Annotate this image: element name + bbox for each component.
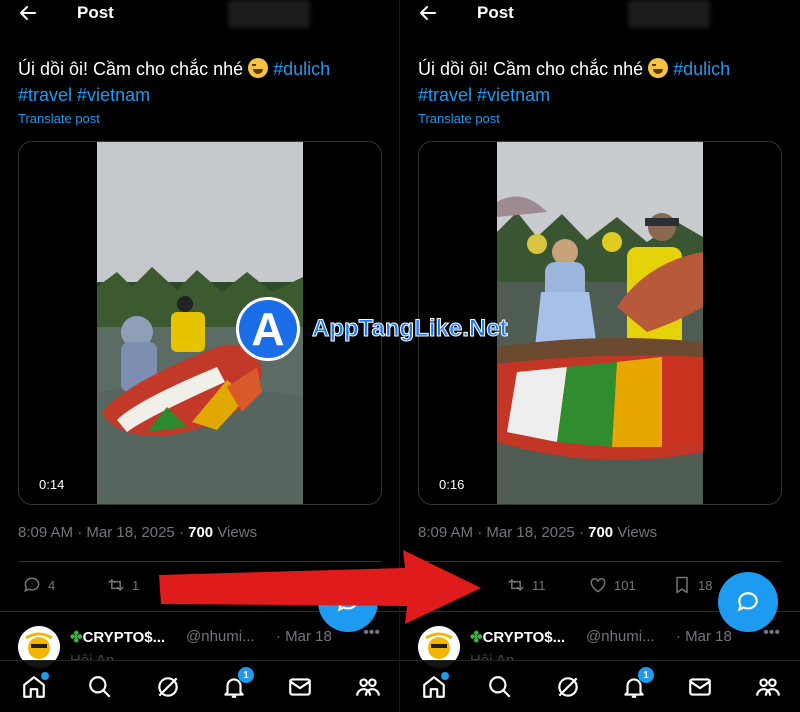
blurred-header-area [228, 0, 310, 28]
video-duration: 0:14 [31, 475, 73, 494]
watermark-logo: A [236, 297, 300, 361]
reply-date: · Mar 18 [276, 628, 332, 645]
arrow-shape [159, 550, 481, 624]
reply-date: · Mar 18 [676, 628, 732, 645]
watermark: A AppTangLike.Net [236, 297, 508, 361]
views-label: Views [617, 524, 658, 541]
repost-icon [508, 578, 524, 592]
back-arrow-icon[interactable] [14, 0, 42, 26]
reply-count: 4 [48, 577, 56, 593]
messages-icon[interactable] [686, 673, 714, 701]
laughing-emoji-icon [248, 58, 269, 78]
reply-icon [24, 577, 40, 593]
bottom-navigation: 1 [400, 660, 800, 712]
hashtag-vietnam[interactable]: #vietnam [77, 85, 150, 105]
repost-count: 11 [532, 577, 546, 593]
page-title: Post [77, 3, 114, 22]
red-arrow-annotation [159, 550, 481, 624]
reply-button[interactable]: 4 [22, 575, 55, 595]
views-count: 700 [588, 524, 614, 541]
laughing-emoji-icon [648, 58, 669, 78]
more-options-icon[interactable]: ••• [763, 624, 780, 642]
home-unread-dot [41, 672, 49, 680]
bookmark-button[interactable]: 18 [672, 575, 712, 595]
post-text: Úi dồi ôi! Cầm cho chắc nhé #dulich #tra… [18, 56, 388, 108]
home-icon[interactable] [20, 672, 49, 701]
hashtag-dulich[interactable]: #dulich [273, 59, 330, 79]
notifications-icon[interactable]: 1 [220, 667, 254, 701]
grok-icon[interactable] [554, 673, 582, 701]
chat-bubble-icon [737, 592, 758, 612]
hashtag-vietnam[interactable]: #vietnam [477, 85, 550, 105]
post-meta: 8:09 AM · Mar 18, 2025 · 700 Views [418, 524, 658, 541]
post-text: Úi dồi ôi! Cầm cho chắc nhé #dulich #tra… [418, 56, 788, 108]
hashtag-dulich[interactable]: #dulich [673, 59, 730, 79]
more-options-icon[interactable]: ••• [363, 624, 380, 642]
search-icon[interactable] [86, 673, 114, 701]
page-title: Post [477, 3, 514, 22]
repost-button[interactable]: 1 [106, 575, 139, 595]
hashtag-travel[interactable]: #travel [18, 85, 72, 105]
repost-icon [108, 578, 124, 592]
hashtag-travel[interactable]: #travel [418, 85, 472, 105]
heart-icon [590, 577, 606, 593]
notifications-icon[interactable]: 1 [620, 667, 654, 701]
video-frame [497, 142, 703, 504]
home-unread-dot [441, 672, 449, 680]
header: Post [0, 0, 400, 30]
grok-icon[interactable] [154, 673, 182, 701]
post-date: Mar 18, 2025 [86, 524, 175, 541]
views-count: 700 [188, 524, 214, 541]
like-count: 101 [614, 577, 636, 593]
post-text-main: Úi dồi ôi! Cầm cho chắc nhé [418, 59, 649, 79]
reply-author-name[interactable]: ✤CRYPTO$... [470, 628, 565, 646]
bookmark-count: 18 [698, 577, 713, 593]
communities-icon[interactable] [354, 673, 382, 701]
clover-icon: ✤ [470, 629, 483, 646]
clover-icon: ✤ [70, 629, 83, 646]
post-time: 8:09 AM [418, 524, 474, 541]
repost-button[interactable]: 11 [506, 575, 546, 595]
like-button[interactable]: 101 [588, 575, 636, 595]
back-arrow-icon[interactable] [414, 0, 442, 26]
home-icon[interactable] [420, 672, 449, 701]
messages-icon[interactable] [286, 673, 314, 701]
reply-author-name[interactable]: ✤CRYPTO$... [70, 628, 165, 646]
repost-count: 1 [132, 577, 140, 593]
post-meta: 8:09 AM · Mar 18, 2025 · 700 Views [18, 524, 258, 541]
notifications-badge: 1 [638, 667, 654, 683]
post-time: 8:09 AM [18, 524, 74, 541]
video-duration: 0:16 [431, 475, 473, 494]
bookmark-icon [676, 576, 688, 594]
translate-post-link[interactable]: Translate post [18, 111, 100, 126]
blurred-header-area [628, 0, 710, 28]
views-label: Views [217, 524, 258, 541]
bottom-navigation: 1 [0, 660, 400, 712]
post-date: Mar 18, 2025 [486, 524, 575, 541]
post-text-main: Úi dồi ôi! Cầm cho chắc nhé [18, 59, 249, 79]
header: Post [400, 0, 800, 30]
watermark-text: AppTangLike.Net [312, 315, 509, 343]
search-icon[interactable] [486, 673, 514, 701]
reply-author-handle: @nhumi... [586, 628, 655, 645]
notifications-badge: 1 [238, 667, 254, 683]
reply-author-handle: @nhumi... [186, 628, 255, 645]
translate-post-link[interactable]: Translate post [418, 111, 500, 126]
communities-icon[interactable] [754, 673, 782, 701]
